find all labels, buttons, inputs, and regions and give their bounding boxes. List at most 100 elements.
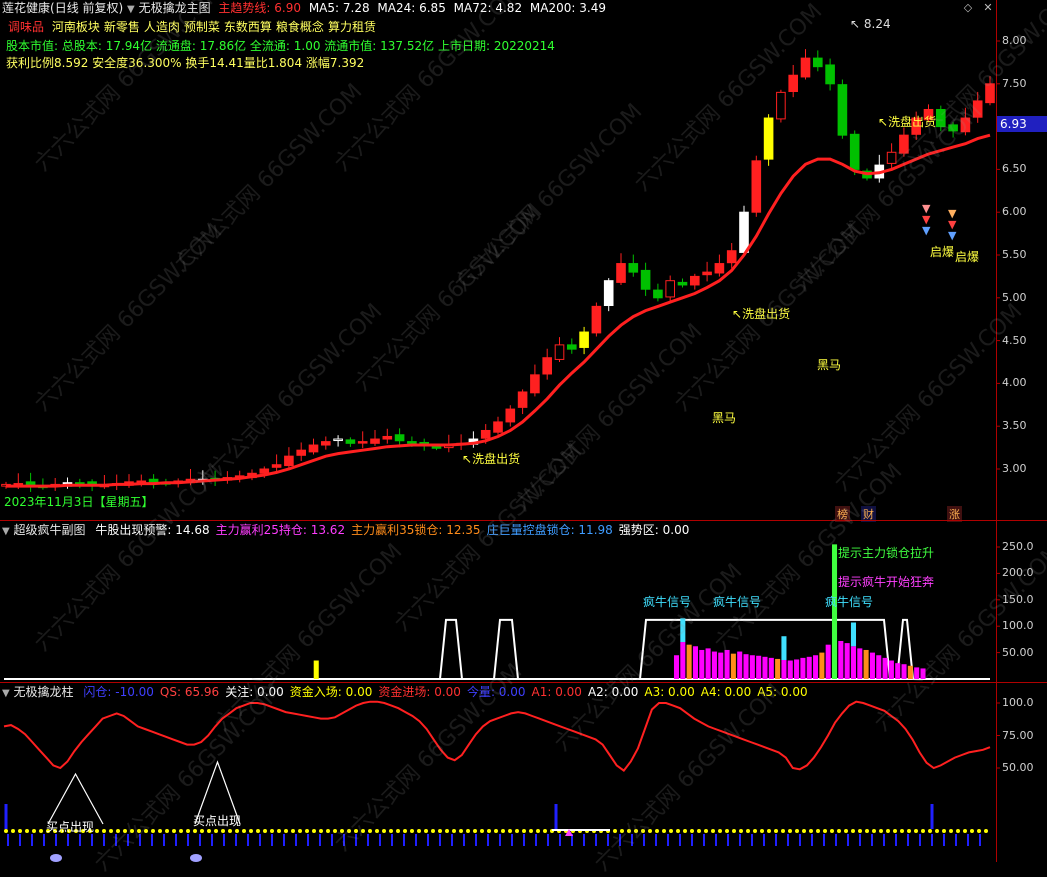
candle-body: [308, 444, 319, 453]
price-tick: 4.50: [1002, 333, 1027, 347]
signal-dot: [424, 829, 428, 833]
candle-body: [271, 464, 282, 468]
high-marker-value: 8.24: [863, 17, 891, 31]
launch-signal-2: 启爆: [955, 250, 980, 264]
buy-signal-2: 买点出现: [193, 814, 242, 828]
signal-dot: [354, 829, 358, 833]
bottom-tick: 75.00: [1002, 728, 1034, 742]
signal-dot: [627, 829, 631, 833]
signal-dot: [886, 829, 890, 833]
sub-bar: [762, 656, 768, 679]
signal-dot: [200, 829, 204, 833]
signal-dot: [865, 829, 869, 833]
wash-signal-2-text: 洗盘出货: [742, 307, 791, 321]
signal-dot: [263, 829, 267, 833]
signal-dot: [445, 829, 449, 833]
gem-icon: ▼ ▼ ▼: [948, 207, 957, 242]
candle-body: [689, 275, 700, 286]
signal-dot: [515, 829, 519, 833]
sub-bar: [825, 644, 831, 679]
signal-dot: [242, 829, 246, 833]
signal-dot: [382, 829, 386, 833]
sub-bar: [800, 657, 806, 679]
panel-separator[interactable]: [0, 682, 1047, 683]
signal-dot: [690, 829, 694, 833]
sub-bar: [920, 668, 926, 679]
sub-bar: [857, 648, 863, 679]
signal-dot: [284, 829, 288, 833]
signal-dot: [676, 829, 680, 833]
sub-bar: [711, 651, 717, 679]
candle-body: [296, 449, 307, 456]
signal-dot: [760, 829, 764, 833]
candle-body: [640, 269, 651, 290]
signal-dot: [753, 829, 757, 833]
signal-dot: [977, 829, 981, 833]
sub-tick: 200.0: [1002, 566, 1034, 580]
panel-separator[interactable]: [0, 520, 1047, 521]
price-tick: 5.00: [1002, 290, 1027, 304]
bull-signal-bar: [850, 622, 857, 647]
price-tick: 6.50: [1002, 162, 1027, 176]
signal-dot: [739, 829, 743, 833]
bottom-indicator-chart[interactable]: [0, 684, 1047, 862]
signal-dot: [662, 829, 666, 833]
candle-body: [751, 160, 762, 213]
candle-body: [800, 57, 811, 78]
candle-body: [259, 468, 270, 474]
signal-dot: [193, 829, 197, 833]
candle-body: [702, 271, 712, 276]
bottom-tick: 100.0: [1002, 696, 1034, 709]
signal-dot: [963, 829, 967, 833]
current-price-tag: 6.93: [997, 116, 1047, 132]
lock-signal: 提示主力锁仓拉升: [838, 546, 935, 560]
candle-body: [566, 344, 577, 350]
sub-bar: [907, 665, 913, 679]
signal-dot: [956, 829, 960, 833]
signal-dot: [431, 829, 435, 833]
signal-dot: [95, 829, 99, 833]
signal-dot: [900, 829, 904, 833]
sub-tick: 50.00: [1002, 645, 1034, 659]
date-label: 2023年11月3日【星期五】: [4, 495, 154, 509]
signal-dot: [620, 829, 624, 833]
signal-dot: [795, 829, 799, 833]
signal-dot: [144, 829, 148, 833]
pill-icon: [190, 854, 202, 862]
signal-dot: [746, 829, 750, 833]
signal-dot: [774, 829, 778, 833]
signal-dot: [935, 829, 939, 833]
strength-zone-line: [439, 618, 463, 680]
high-marker: ↖ 8.24: [850, 17, 891, 31]
signal-dot: [25, 829, 29, 833]
main-price-chart[interactable]: [0, 0, 1047, 520]
signal-dot: [39, 829, 43, 833]
signal-dot: [487, 829, 491, 833]
signal-dot: [970, 829, 974, 833]
signal-dot: [172, 829, 176, 833]
candle-body: [714, 263, 725, 274]
sub-bar: [869, 652, 875, 679]
price-tick: 3.50: [1002, 419, 1027, 433]
signal-dot: [613, 829, 617, 833]
signal-dot: [32, 829, 36, 833]
sub-tick: 150.0: [1002, 592, 1034, 606]
signal-dot: [340, 829, 344, 833]
sub-bar: [787, 660, 793, 679]
candle-body: [899, 134, 909, 154]
signal-dot: [942, 829, 946, 833]
signal-dot: [102, 829, 106, 833]
signal-dot: [18, 829, 22, 833]
signal-dot: [277, 829, 281, 833]
candle-body: [935, 108, 946, 128]
candle-body: [616, 263, 626, 283]
signal-dot: [291, 829, 295, 833]
signal-dot: [186, 829, 190, 833]
signal-dot: [543, 829, 547, 833]
signal-dot: [368, 829, 372, 833]
signal-dot: [459, 829, 463, 833]
candle-body: [665, 280, 676, 298]
signal-dot: [165, 829, 169, 833]
price-tick: 3.00: [1002, 462, 1027, 475]
signal-dot: [914, 829, 918, 833]
